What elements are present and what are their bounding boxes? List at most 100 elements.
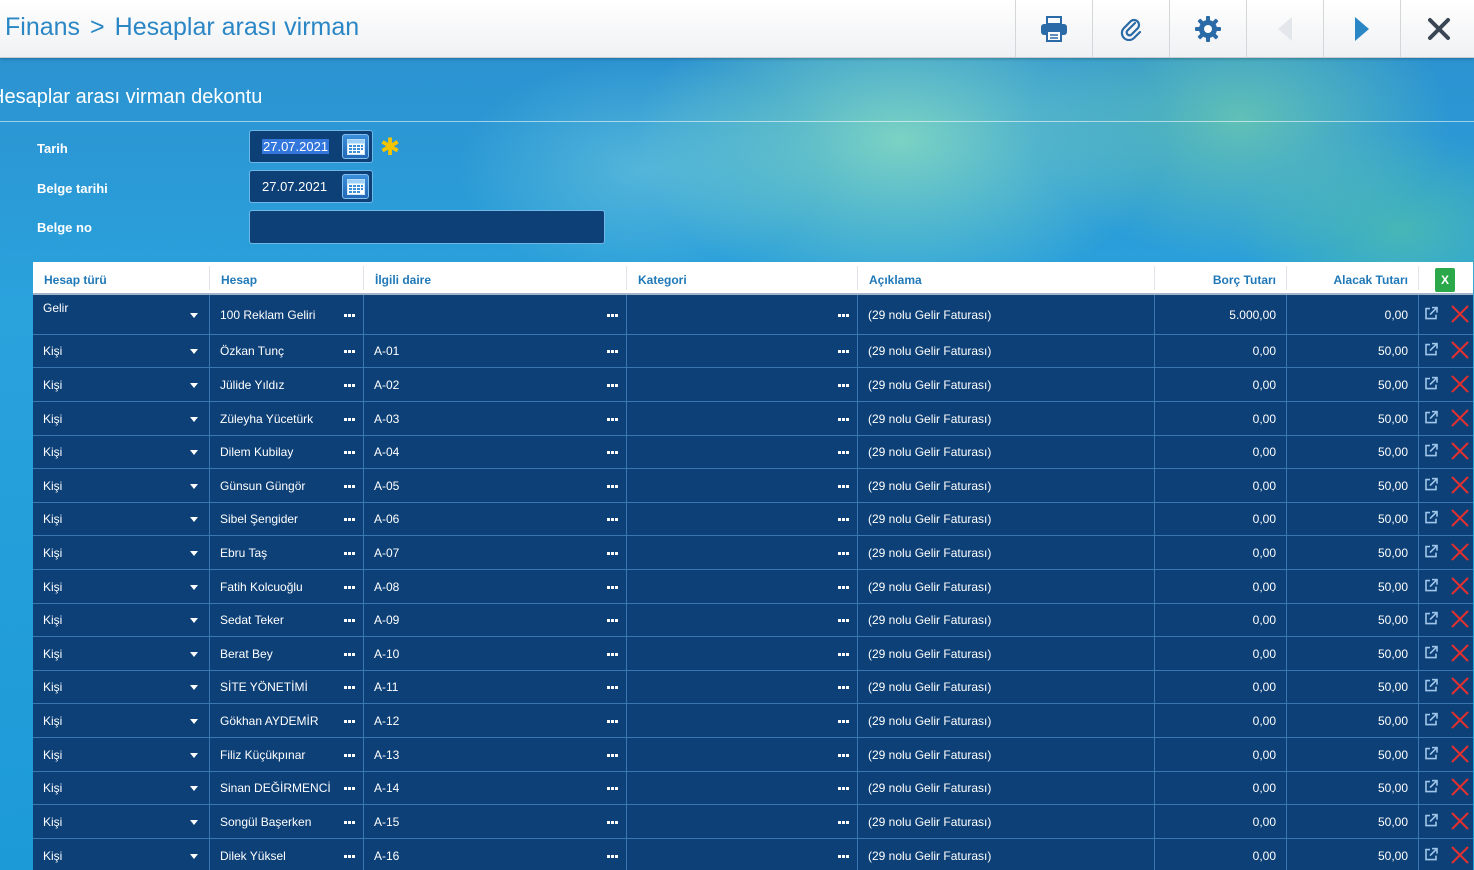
hesap-field[interactable]: Sedat Teker bbox=[210, 604, 364, 636]
next-button[interactable] bbox=[1323, 0, 1400, 57]
ellipsis-icon[interactable] bbox=[343, 350, 355, 353]
aciklama-field[interactable]: (29 nolu Gelir Faturası) bbox=[858, 772, 1155, 804]
ellipsis-icon[interactable] bbox=[343, 551, 355, 555]
borc-tutari-field[interactable]: 0,00 bbox=[1155, 671, 1287, 703]
hesap-turu-select[interactable]: Kişi bbox=[33, 805, 210, 838]
delete-icon[interactable] bbox=[1450, 609, 1470, 629]
external-edit-icon[interactable] bbox=[1424, 779, 1438, 794]
aciklama-field[interactable]: (29 nolu Gelir Faturası) bbox=[858, 637, 1155, 670]
ellipsis-icon[interactable] bbox=[343, 719, 355, 723]
chevron-down-icon[interactable] bbox=[190, 416, 198, 422]
chevron-down-icon[interactable] bbox=[190, 651, 198, 657]
alacak-tutari-field[interactable]: 50,00 bbox=[1287, 469, 1419, 502]
col-header-ilgili-daire[interactable]: İlgili daire bbox=[375, 262, 431, 293]
ellipsis-icon[interactable] bbox=[837, 719, 849, 723]
delete-icon[interactable] bbox=[1450, 304, 1470, 324]
external-edit-icon[interactable] bbox=[1424, 410, 1438, 424]
kategori-field[interactable] bbox=[627, 402, 858, 435]
hesap-field[interactable]: Ebru Taş bbox=[210, 536, 364, 569]
hesap-turu-select[interactable]: Kişi bbox=[33, 839, 210, 870]
ellipsis-icon[interactable] bbox=[837, 484, 849, 488]
ellipsis-icon[interactable] bbox=[837, 585, 849, 589]
hesap-field[interactable]: Sinan DEĞİRMENCİ bbox=[210, 772, 364, 804]
ellipsis-icon[interactable] bbox=[837, 383, 849, 387]
kategori-field[interactable] bbox=[627, 503, 858, 535]
alacak-tutari-field[interactable]: 50,00 bbox=[1287, 704, 1419, 737]
kategori-field[interactable] bbox=[627, 295, 858, 334]
hesap-turu-select[interactable]: Kişi bbox=[33, 469, 210, 502]
ellipsis-icon[interactable] bbox=[606, 652, 618, 656]
tarih-field[interactable]: 27.07.2021 bbox=[249, 130, 373, 163]
hesap-field[interactable]: Songül Başerken bbox=[210, 805, 364, 838]
ellipsis-icon[interactable] bbox=[606, 719, 618, 723]
delete-icon[interactable] bbox=[1450, 475, 1470, 495]
delete-icon[interactable] bbox=[1450, 777, 1470, 797]
aciklama-field[interactable]: (29 nolu Gelir Faturası) bbox=[858, 704, 1155, 737]
alacak-tutari-field[interactable]: 50,00 bbox=[1287, 772, 1419, 804]
ellipsis-icon[interactable] bbox=[606, 585, 618, 589]
aciklama-field[interactable]: (29 nolu Gelir Faturası) bbox=[858, 536, 1155, 569]
kategori-field[interactable] bbox=[627, 469, 858, 502]
ellipsis-icon[interactable] bbox=[837, 854, 849, 858]
hesap-field[interactable]: Gökhan AYDEMİR bbox=[210, 704, 364, 737]
chevron-down-icon[interactable] bbox=[190, 584, 198, 590]
alacak-tutari-field[interactable]: 50,00 bbox=[1287, 671, 1419, 703]
alacak-tutari-field[interactable]: 50,00 bbox=[1287, 335, 1419, 367]
chevron-down-icon[interactable] bbox=[190, 685, 198, 690]
ilgili-daire-field[interactable]: A-09 bbox=[364, 604, 627, 636]
col-header-alacak-tutari[interactable]: Alacak Tutarı bbox=[1334, 262, 1408, 293]
chevron-down-icon[interactable] bbox=[190, 550, 198, 556]
ellipsis-icon[interactable] bbox=[606, 417, 618, 421]
ellipsis-icon[interactable] bbox=[837, 686, 849, 689]
delete-icon[interactable] bbox=[1450, 408, 1470, 428]
alacak-tutari-field[interactable]: 50,00 bbox=[1287, 839, 1419, 870]
alacak-tutari-field[interactable]: 50,00 bbox=[1287, 570, 1419, 603]
aciklama-field[interactable]: (29 nolu Gelir Faturası) bbox=[858, 604, 1155, 636]
delete-icon[interactable] bbox=[1450, 542, 1470, 562]
hesap-turu-select[interactable]: Kişi bbox=[33, 368, 210, 401]
alacak-tutari-field[interactable]: 50,00 bbox=[1287, 738, 1419, 771]
col-header-aciklama[interactable]: Açıklama bbox=[869, 262, 922, 293]
ellipsis-icon[interactable] bbox=[606, 551, 618, 555]
ellipsis-icon[interactable] bbox=[343, 313, 355, 317]
borc-tutari-field[interactable]: 0,00 bbox=[1155, 402, 1287, 435]
hesap-turu-select[interactable]: Kişi bbox=[33, 637, 210, 670]
external-edit-icon[interactable] bbox=[1424, 376, 1438, 390]
ilgili-daire-field[interactable]: A-02 bbox=[364, 368, 627, 401]
borc-tutari-field[interactable]: 0,00 bbox=[1155, 805, 1287, 838]
ellipsis-icon[interactable] bbox=[837, 619, 849, 622]
attach-button[interactable] bbox=[1092, 0, 1169, 57]
delete-icon[interactable] bbox=[1450, 508, 1470, 528]
excel-export-icon[interactable]: X bbox=[1435, 268, 1455, 292]
hesap-field[interactable]: Özkan Tunç bbox=[210, 335, 364, 367]
borc-tutari-field[interactable]: 0,00 bbox=[1155, 503, 1287, 535]
ilgili-daire-field[interactable]: A-12 bbox=[364, 704, 627, 737]
ilgili-daire-field[interactable]: A-05 bbox=[364, 469, 627, 502]
chevron-down-icon[interactable] bbox=[190, 853, 198, 859]
aciklama-field[interactable]: (29 nolu Gelir Faturası) bbox=[858, 671, 1155, 703]
external-edit-icon[interactable] bbox=[1424, 645, 1438, 659]
ellipsis-icon[interactable] bbox=[343, 585, 355, 589]
breadcrumb-root[interactable]: Finans bbox=[5, 13, 80, 41]
ellipsis-icon[interactable] bbox=[343, 417, 355, 421]
delete-icon[interactable] bbox=[1450, 643, 1470, 663]
kategori-field[interactable] bbox=[627, 570, 858, 603]
close-button[interactable] bbox=[1400, 0, 1474, 57]
kategori-field[interactable] bbox=[627, 368, 858, 401]
ilgili-daire-field[interactable]: A-15 bbox=[364, 805, 627, 838]
hesap-field[interactable]: Sibel Şengider bbox=[210, 503, 364, 535]
col-header-kategori[interactable]: Kategori bbox=[638, 262, 687, 293]
borc-tutari-field[interactable]: 0,00 bbox=[1155, 469, 1287, 502]
alacak-tutari-field[interactable]: 50,00 bbox=[1287, 368, 1419, 401]
aciklama-field[interactable]: (29 nolu Gelir Faturası) bbox=[858, 469, 1155, 502]
kategori-field[interactable] bbox=[627, 738, 858, 771]
belge-tarihi-calendar-button[interactable] bbox=[342, 174, 369, 199]
borc-tutari-field[interactable]: 0,00 bbox=[1155, 570, 1287, 603]
ilgili-daire-field[interactable]: A-08 bbox=[364, 570, 627, 603]
hesap-field[interactable]: Fatih Kolcuoğlu bbox=[210, 570, 364, 603]
borc-tutari-field[interactable]: 0,00 bbox=[1155, 536, 1287, 569]
delete-icon[interactable] bbox=[1450, 710, 1470, 730]
borc-tutari-field[interactable]: 0,00 bbox=[1155, 368, 1287, 401]
ellipsis-icon[interactable] bbox=[343, 787, 355, 790]
hesap-turu-select[interactable]: Kişi bbox=[33, 704, 210, 737]
